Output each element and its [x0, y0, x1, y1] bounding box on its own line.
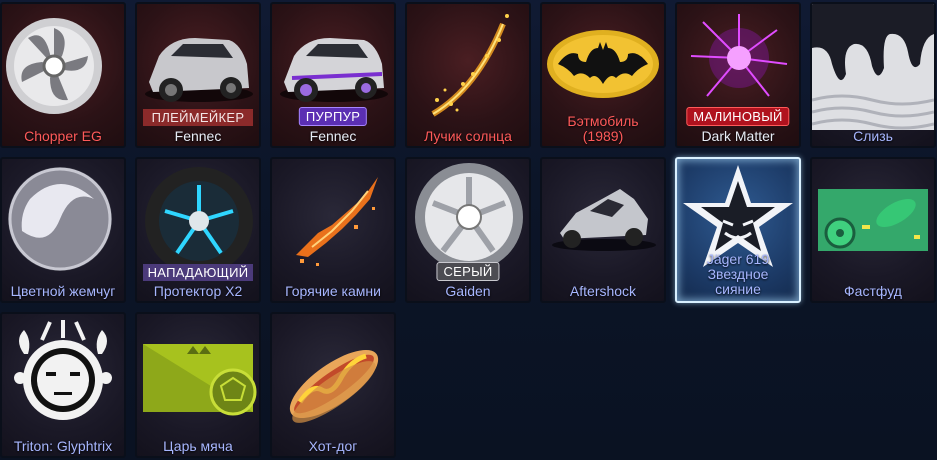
item-tile-gaiden[interactable]: СЕРЫЙ Gaiden [405, 157, 531, 303]
item-name: Бэтмобиль (1989) [567, 113, 639, 144]
item-name: Протектор X2 [153, 283, 243, 299]
attribute-badge: ПЛЕЙМЕЙКЕР [143, 109, 253, 126]
paint-badge: МАЛИНОВЫЙ [686, 107, 790, 126]
wheel-icon [6, 18, 102, 114]
paint-badge: ПУРПУР [298, 107, 368, 126]
item-name: Слизь [853, 128, 893, 144]
item-tile-protector-x2[interactable]: НАПАДАЮЩИЙ Протектор X2 [135, 157, 261, 303]
slime-decal-icon [812, 4, 934, 130]
pearl-sphere-icon [8, 167, 112, 271]
item-tile-fennec-playmaker[interactable]: ПЛЕЙМЕЙКЕР Fennec [135, 2, 261, 148]
paint-badge: СЕРЫЙ [436, 262, 500, 281]
item-tile-batmobile[interactable]: Бэтмобиль (1989) [540, 2, 666, 148]
trail-flame-icon [296, 177, 378, 266]
inventory-grid: Chopper EG ПЛЕЙМЕЙКЕР Fennec ПУРПУР Fenn… [0, 0, 937, 460]
item-tile-slime[interactable]: Слизь [810, 2, 936, 148]
item-name: Fennec [309, 128, 357, 144]
item-tile-ball-king[interactable]: Царь мяча [135, 312, 261, 458]
trail-sparks-icon [431, 14, 509, 117]
item-name: Chopper EG [24, 128, 102, 144]
item-tile-chopper-eg[interactable]: Chopper EG [0, 2, 126, 148]
hot-dog-topper-icon [289, 349, 379, 423]
item-tile-jager-star-shine[interactable]: Jäger 619 Звездное сияние [675, 157, 801, 303]
glyph-face-decal-icon [14, 320, 112, 420]
attribute-badge: НАПАДАЮЩИЙ [143, 264, 253, 281]
fastfood-decal-icon [818, 189, 928, 251]
item-tile-aftershock[interactable]: Aftershock [540, 157, 666, 303]
item-tile-hot-rocks[interactable]: Горячие камни [270, 157, 396, 303]
item-tile-fastfood[interactable]: Фастфуд [810, 157, 936, 303]
item-name: Царь мяча [163, 438, 233, 454]
item-name: Aftershock [569, 283, 637, 299]
item-name: Jäger 619 Звездное сияние [706, 251, 770, 297]
item-tile-sunbeam[interactable]: Лучик солнца [405, 2, 531, 148]
ball-king-decal-icon [143, 344, 257, 416]
item-name: Dark Matter [701, 128, 775, 144]
item-name: Цветной жемчуг [10, 283, 116, 299]
item-name: Triton: Glyphtrix [13, 438, 113, 454]
item-name: Фастфуд [844, 283, 902, 299]
item-name: Fennec [174, 128, 222, 144]
item-tile-fennec-purple[interactable]: ПУРПУР Fennec [270, 2, 396, 148]
item-tile-hot-dog[interactable]: Хот-дог [270, 312, 396, 458]
car-body-icon [552, 189, 656, 251]
item-tile-dark-matter[interactable]: МАЛИНОВЫЙ Dark Matter [675, 2, 801, 148]
item-name: Горячие камни [285, 283, 381, 299]
item-tile-triton-glyphtrix[interactable]: Triton: Glyphtrix [0, 312, 126, 458]
item-name: Хот-дог [308, 438, 358, 454]
item-name: Gaiden [445, 283, 491, 299]
item-name: Лучик солнца [424, 128, 512, 144]
item-tile-colored-pearl[interactable]: Цветной жемчуг [0, 157, 126, 303]
